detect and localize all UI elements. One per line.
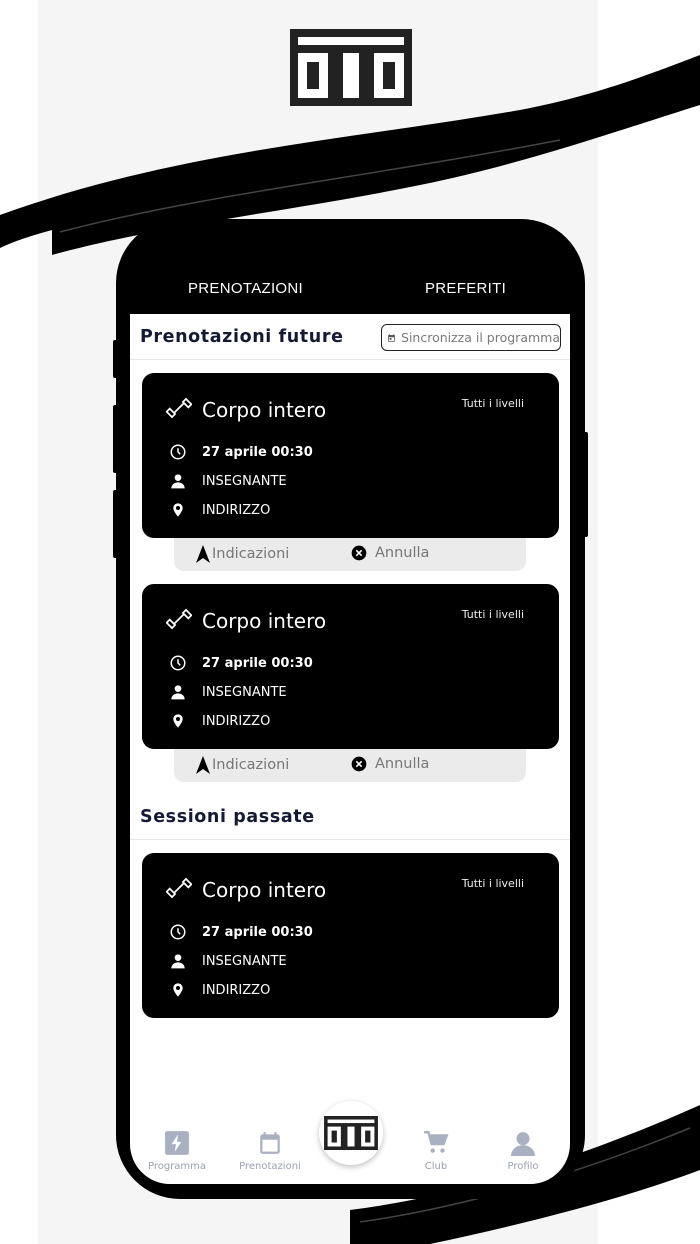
class-datetime: 27 aprile 00:30 <box>202 444 313 460</box>
directions-button[interactable]: Indicazioni <box>196 756 289 774</box>
location-pin-icon <box>173 983 183 997</box>
cancel-label: Annulla <box>375 756 430 772</box>
nav-label-profilo: Profilo <box>507 1161 539 1172</box>
session-card[interactable]: Corpo intero Tutti i livelli 27 aprile 0… <box>142 853 559 1018</box>
class-address: INDIRIZZO <box>202 502 271 518</box>
cart-icon <box>424 1130 449 1153</box>
booking-actions: Indicazioni Annulla <box>174 749 526 782</box>
bottom-nav: Programma Prenotazioni Club Profilo <box>130 1101 570 1184</box>
booking-card[interactable]: Corpo intero Tutti i livelli 27 aprile 0… <box>142 373 559 538</box>
phone-side-button <box>113 405 118 473</box>
cancel-circle-icon <box>351 756 367 772</box>
phone-side-button <box>113 490 118 558</box>
future-bookings-title: Prenotazioni future <box>140 327 344 347</box>
directions-button[interactable]: Indicazioni <box>196 545 289 563</box>
class-teacher: INSEGNANTE <box>202 684 287 700</box>
class-level: Tutti i livelli <box>461 608 524 621</box>
nav-label-prenotazioni: Prenotazioni <box>239 1161 301 1172</box>
class-datetime: 27 aprile 00:30 <box>202 655 313 671</box>
class-title: Corpo intero <box>202 609 327 633</box>
phone-side-button <box>583 432 588 537</box>
class-address: INDIRIZZO <box>202 982 271 998</box>
booking-card[interactable]: Corpo intero Tutti i livelli 27 aprile 0… <box>142 584 559 749</box>
cancel-label: Annulla <box>375 545 430 561</box>
oto-logo-icon <box>324 1116 378 1150</box>
divider <box>130 839 570 840</box>
dumbbell-icon <box>166 877 192 899</box>
nav-item-home[interactable] <box>319 1101 383 1165</box>
directions-label: Indicazioni <box>212 546 290 562</box>
cancel-booking-button[interactable]: Annulla <box>351 545 429 561</box>
class-level: Tutti i livelli <box>461 397 524 410</box>
class-level: Tutti i livelli <box>461 877 524 890</box>
person-icon <box>171 474 185 489</box>
cancel-circle-icon <box>351 545 367 561</box>
person-icon <box>171 685 185 700</box>
person-icon <box>171 954 185 969</box>
class-datetime: 27 aprile 00:30 <box>202 924 313 940</box>
sync-schedule-button[interactable]: Sincronizza il programma <box>381 324 561 351</box>
phone-side-button <box>113 340 118 378</box>
location-pin-icon <box>173 714 183 728</box>
calendar-icon <box>388 333 395 342</box>
class-title: Corpo intero <box>202 878 327 902</box>
app-screen: Prenotazioni future Sincronizza il progr… <box>130 314 570 1184</box>
calendar-icon <box>260 1132 280 1154</box>
tab-prenotazioni[interactable]: PRENOTAZIONI <box>188 280 303 297</box>
booking-actions: Indicazioni Annulla <box>174 538 526 571</box>
nav-label-programma: Programma <box>147 1161 207 1172</box>
clock-icon <box>170 444 186 460</box>
cancel-booking-button[interactable]: Annulla <box>351 756 429 772</box>
dumbbell-icon <box>166 608 192 630</box>
nav-item-profilo[interactable]: Profilo <box>483 1130 563 1172</box>
nav-item-club[interactable]: Club <box>396 1130 476 1172</box>
sync-schedule-label: Sincronizza il programma <box>401 330 560 345</box>
past-sessions-title: Sessioni passate <box>140 807 315 827</box>
directions-label: Indicazioni <box>212 757 290 773</box>
divider <box>130 359 570 360</box>
bolt-icon <box>165 1131 189 1155</box>
nav-label-club: Club <box>424 1161 448 1172</box>
dumbbell-icon <box>166 397 192 419</box>
class-address: INDIRIZZO <box>202 713 271 729</box>
clock-icon <box>170 655 186 671</box>
user-icon <box>511 1132 535 1156</box>
navigation-arrow-icon <box>196 756 210 774</box>
clock-icon <box>170 924 186 940</box>
location-pin-icon <box>173 503 183 517</box>
nav-item-prenotazioni[interactable]: Prenotazioni <box>230 1130 310 1172</box>
navigation-arrow-icon <box>196 545 210 563</box>
nav-item-programma[interactable]: Programma <box>137 1130 217 1172</box>
tab-preferiti[interactable]: PREFERITI <box>425 280 506 297</box>
class-teacher: INSEGNANTE <box>202 953 287 969</box>
oto-logo <box>290 29 412 106</box>
class-teacher: INSEGNANTE <box>202 473 287 489</box>
class-title: Corpo intero <box>202 398 327 422</box>
